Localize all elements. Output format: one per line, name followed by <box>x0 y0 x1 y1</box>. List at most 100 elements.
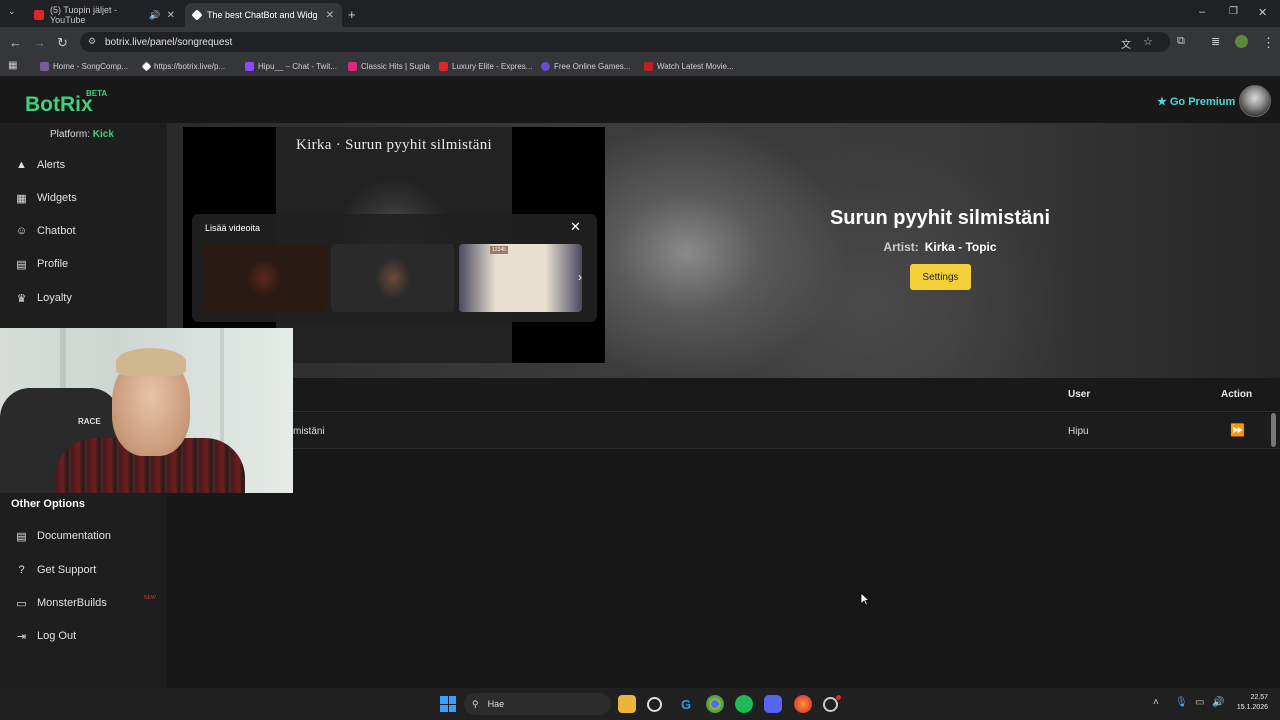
platform-value: Kick <box>92 129 114 140</box>
sidebar-item-log-out[interactable]: ⇥ Log Out <box>15 627 76 645</box>
bookmark-item[interactable]: Luxury Elite - Expres... <box>439 60 532 73</box>
bookmark-item[interactable]: Hipu__ – Chat - Twit... <box>245 60 337 73</box>
search-icon: ⚲ <box>472 698 479 709</box>
chevron-up-icon[interactable]: ˄ <box>1153 697 1159 708</box>
more-videos-label: Lisää videoita <box>205 223 261 233</box>
speaker-icon[interactable]: 🔊 <box>149 10 160 21</box>
grid-icon: ▦ <box>16 192 27 205</box>
sidebar-item-label: Alerts <box>37 159 66 171</box>
tab-botrix[interactable]: The best ChatBot and Widgets f ✕ <box>185 3 342 27</box>
bookmark-label: Home - SongComp... <box>53 62 129 71</box>
tab-search-icon[interactable]: ⌄ <box>8 6 16 17</box>
translate-icon[interactable]: 文 <box>1121 36 1131 51</box>
bookmark-label: Free Online Games... <box>554 62 631 71</box>
user-avatar[interactable] <box>1239 85 1271 117</box>
sidebar-item-label: Documentation <box>37 530 111 542</box>
botrix-icon <box>191 9 203 21</box>
firefox-icon[interactable] <box>794 695 812 713</box>
go-premium-button[interactable]: ★ Go Premium <box>1157 95 1236 109</box>
settings-button[interactable]: Settings <box>910 264 971 290</box>
bookmark-item[interactable]: Classic Hits | Supla <box>348 60 430 73</box>
network-icon[interactable]: ▭ <box>1195 697 1204 708</box>
bookmark-favicon <box>644 62 653 71</box>
url-text: botrix.live/panel/songrequest <box>105 36 233 48</box>
bookmark-favicon <box>348 62 357 71</box>
address-bar[interactable]: ⚙ botrix.live/panel/songrequest <box>80 32 1170 52</box>
video-thumbnail[interactable] <box>204 244 327 312</box>
extensions-icon[interactable]: ⧉ <box>1177 35 1185 48</box>
menu-kebab-icon[interactable]: ⋮ <box>1262 35 1275 51</box>
video-thumbnail[interactable] <box>331 244 454 312</box>
chrome-icon[interactable] <box>706 695 724 713</box>
sidebar-item-alerts[interactable]: ▲ Alerts <box>15 156 65 174</box>
bookmark-favicon <box>245 62 254 71</box>
table-row[interactable] <box>167 413 1280 449</box>
song-title: Surun pyyhit silmistäni <box>829 207 1051 229</box>
bookmark-label: Luxury Elite - Expres... <box>452 62 533 71</box>
thumbnail-tag: 12345 <box>490 246 508 254</box>
beta-badge: BETA <box>86 89 108 98</box>
sidebar-item-loyalty[interactable]: ♛ Loyalty <box>15 289 72 307</box>
sidebar-item-monsterbuilds[interactable]: ▭ MonsterBuilds <box>15 594 106 612</box>
clock-time: 22.57 <box>1250 694 1268 701</box>
spotify-icon[interactable] <box>735 695 753 713</box>
trophy-icon: ♛ <box>16 292 27 305</box>
app-header <box>0 80 1280 123</box>
obs-icon[interactable] <box>647 697 662 712</box>
sidebar-item-label: Log Out <box>37 630 77 642</box>
queue-table-header <box>167 378 1280 412</box>
close-icon[interactable]: ✕ <box>326 10 334 21</box>
bookmark-item[interactable]: Watch Latest Movie... <box>644 60 734 73</box>
star-icon[interactable]: ☆ <box>1143 35 1153 48</box>
close-icon[interactable]: ✕ <box>570 219 581 235</box>
tab-title: (5) Tuopin jäljet - YouTube <box>50 5 118 25</box>
botrix-logo[interactable]: BotRix <box>25 93 93 117</box>
bookmark-item[interactable]: Home - SongComp... <box>40 60 128 73</box>
robot-icon: ☺ <box>15 225 28 237</box>
bookmark-item[interactable]: https://botrix.live/p... <box>141 60 225 73</box>
skip-forward-icon[interactable]: ⏩ <box>1230 423 1245 437</box>
other-options-heading: Other Options <box>11 498 85 510</box>
sidebar-item-documentation[interactable]: ▤ Documentation <box>15 527 111 545</box>
id-card-icon: ▤ <box>16 258 27 271</box>
new-tab-icon[interactable]: + <box>348 7 356 22</box>
back-icon[interactable]: ← <box>9 35 22 50</box>
mouse-cursor-icon <box>860 592 870 606</box>
volume-icon[interactable]: 🔊 <box>1212 697 1224 708</box>
column-action: Action <box>1221 389 1253 400</box>
column-user: User <box>1068 389 1091 400</box>
window-close-icon[interactable]: ✕ <box>1258 6 1267 19</box>
discord-icon[interactable] <box>764 695 782 713</box>
apps-grid-icon[interactable]: ▦ <box>8 60 17 71</box>
video-thumbnail[interactable] <box>459 244 582 312</box>
sidebar-item-widgets[interactable]: ▦ Widgets <box>15 189 76 207</box>
forward-icon[interactable]: → <box>33 35 46 50</box>
microphone-icon[interactable]: 🎙 <box>1175 697 1188 708</box>
media-control-icon[interactable]: ≣ <box>1211 35 1220 48</box>
sidebar-item-get-support[interactable]: ? Get Support <box>15 561 96 579</box>
sidebar-item-profile[interactable]: ▤ Profile <box>15 255 68 273</box>
sidebar-item-chatbot[interactable]: ☺ Chatbot <box>15 222 76 240</box>
logitech-g-icon[interactable]: G <box>677 695 695 713</box>
site-info-icon[interactable]: ⚙ <box>88 36 96 47</box>
person-hair <box>116 348 186 376</box>
windows-start-icon[interactable] <box>440 696 456 712</box>
maximize-icon[interactable]: ❐ <box>1229 6 1238 17</box>
taskbar-clock[interactable]: 22.57 15.1.2026 <box>1232 693 1268 713</box>
bookmark-item[interactable]: Free Online Games... <box>541 60 630 73</box>
platform-indicator: Platform: Kick <box>50 129 114 140</box>
scrollbar[interactable] <box>1271 413 1276 447</box>
go-premium-label: Go Premium <box>1169 95 1236 108</box>
minimize-icon[interactable]: – <box>1199 6 1205 18</box>
file-explorer-icon[interactable] <box>618 695 636 713</box>
profile-avatar[interactable] <box>1235 35 1248 48</box>
windows-taskbar <box>0 688 1280 720</box>
close-icon[interactable]: ✕ <box>167 10 175 21</box>
artist-name: Kirka - Topic <box>924 240 997 254</box>
chevron-right-icon[interactable]: › <box>578 270 582 284</box>
tab-youtube[interactable]: (5) Tuopin jäljet - YouTube 🔊 ✕ <box>26 3 183 27</box>
taskbar-search[interactable]: ⚲ Hae <box>464 693 611 715</box>
reload-icon[interactable]: ↻ <box>57 35 68 51</box>
scroll-icon: ▤ <box>16 530 27 543</box>
bookmark-favicon <box>439 62 448 71</box>
